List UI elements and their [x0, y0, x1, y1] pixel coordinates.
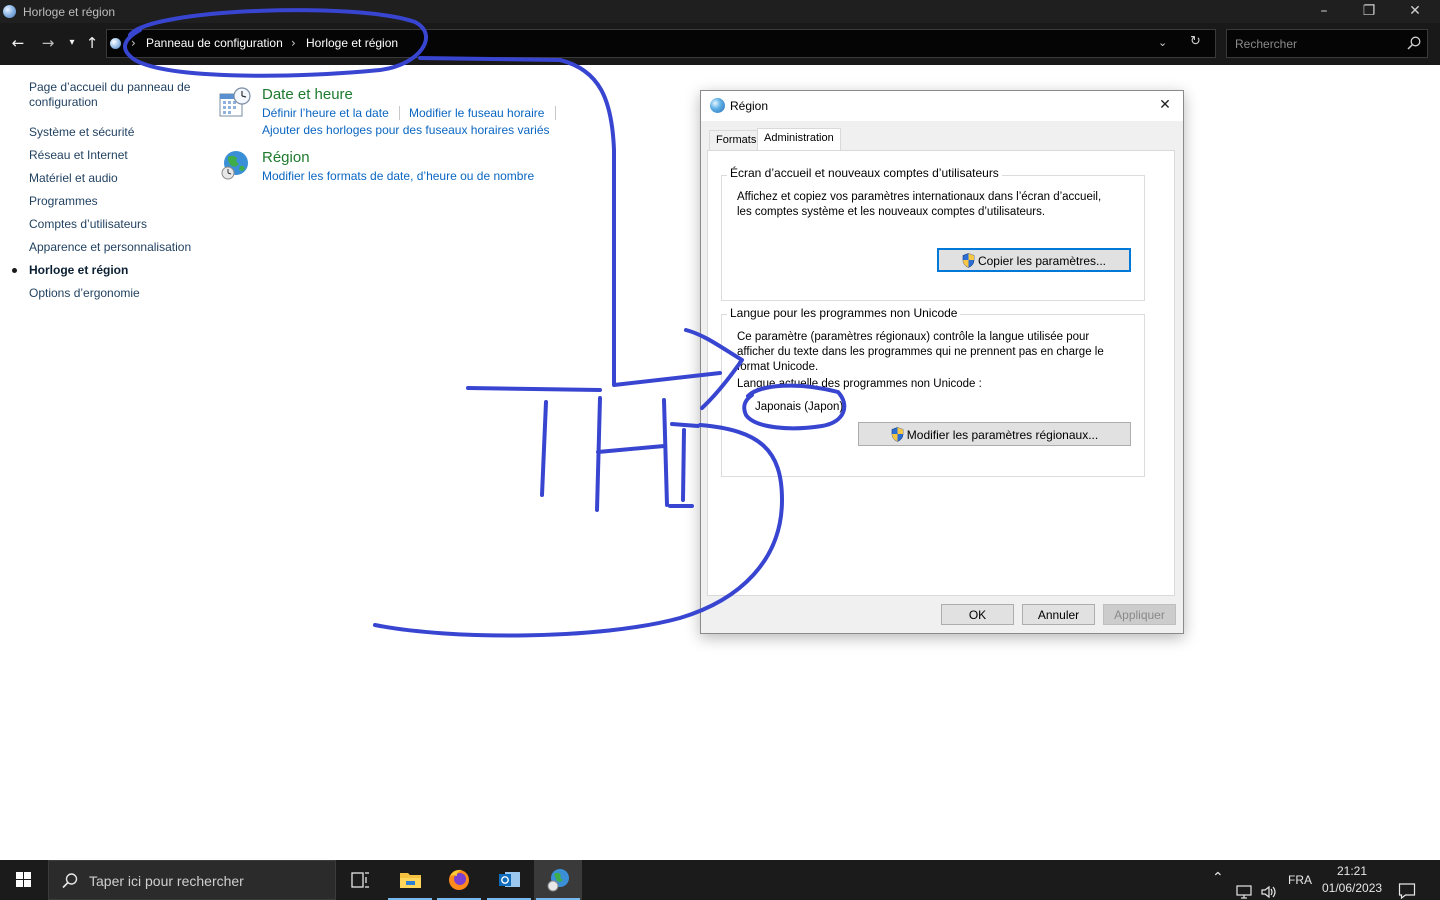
current-language-label: Langue actuelle des programmes non Unico…: [737, 378, 982, 390]
taskbar-app-control-panel[interactable]: [534, 860, 582, 900]
link-divider: [399, 106, 400, 120]
link-set-time-date[interactable]: Définir l’heure et la date: [262, 106, 389, 120]
sidebar-item-ease-of-access[interactable]: Options d’ergonomie: [29, 286, 140, 301]
change-system-locale-label: Modifier les paramètres régionaux...: [906, 427, 1099, 442]
sidebar: Page d’accueil du panneau de configurati…: [0, 65, 205, 860]
copy-settings-button[interactable]: Copier les paramètres...: [937, 248, 1131, 272]
link-add-clocks[interactable]: Ajouter des horloges pour des fuseaux ho…: [262, 123, 550, 137]
search-input[interactable]: [1227, 30, 1405, 57]
link-change-timezone[interactable]: Modifier le fuseau horaire: [409, 106, 544, 120]
link-change-formats[interactable]: Modifier les formats de date, d’heure ou…: [262, 169, 534, 183]
active-item-bullet-icon: [12, 268, 17, 273]
close-icon[interactable]: ✕: [1152, 93, 1178, 117]
control-panel-icon: [547, 869, 569, 892]
region-globe-icon: [710, 98, 725, 113]
address-bar[interactable]: › Panneau de configuration › Horloge et …: [106, 29, 1216, 58]
non-unicode-description-line2: afficher du texte dans les programmes qu…: [737, 346, 1104, 358]
breadcrumb-control-panel[interactable]: Panneau de configuration: [146, 36, 283, 50]
navigation-bar: ← → ▾ ↑ › Panneau de configuration › Hor…: [0, 23, 1440, 65]
sidebar-item-user-accounts[interactable]: Comptes d’utilisateurs: [29, 217, 147, 232]
change-system-locale-button[interactable]: Modifier les paramètres régionaux...: [858, 422, 1131, 446]
up-arrow-icon[interactable]: ↑: [82, 33, 102, 53]
sidebar-item-system-security[interactable]: Système et sécurité: [29, 125, 134, 140]
region-dialog: Région ✕ Formats Administration Écran d’…: [700, 90, 1184, 634]
minimize-icon[interactable]: –: [1301, 0, 1347, 23]
letter-t-annotation: [466, 386, 602, 497]
sidebar-item-hardware-sound[interactable]: Matériel et audio: [29, 171, 118, 186]
recent-locations-chevron-icon[interactable]: ▾: [62, 33, 82, 53]
tab-formats[interactable]: Formats: [709, 130, 764, 151]
taskbar-app-firefox[interactable]: [435, 860, 483, 900]
sidebar-item-appearance[interactable]: Apparence et personnalisation: [29, 240, 191, 255]
tab-administration[interactable]: Administration: [757, 128, 841, 151]
task-view-button[interactable]: [336, 860, 384, 900]
category-region-title[interactable]: Région: [262, 149, 310, 166]
non-unicode-description-line1: Ce paramètre (paramètres régionaux) cont…: [737, 331, 1090, 343]
taskbar-search-placeholder: Taper ici pour rechercher: [89, 873, 244, 889]
task-view-icon: [351, 872, 369, 888]
address-dropdown-chevron-icon[interactable]: ⌄: [1158, 36, 1167, 49]
window-titlebar: Horloge et région – ❐ ✕: [0, 0, 1440, 23]
search-icon[interactable]: [1406, 35, 1422, 51]
forward-arrow-icon[interactable]: →: [38, 33, 58, 53]
breadcrumb-separator-icon[interactable]: ›: [131, 36, 136, 50]
control-panel-icon: [110, 38, 121, 49]
taskbar-search-box[interactable]: Taper ici pour rechercher: [48, 860, 336, 900]
notifications-icon[interactable]: [1398, 871, 1416, 900]
cancel-button[interactable]: Annuler: [1022, 604, 1095, 625]
close-icon[interactable]: ✕: [1392, 0, 1438, 23]
window-title: Horloge et région: [23, 5, 116, 19]
category-date-time-title[interactable]: Date et heure: [262, 86, 353, 103]
date-time-icon[interactable]: [218, 86, 252, 120]
letter-h-annotation: [595, 396, 669, 512]
volume-icon[interactable]: [1260, 872, 1278, 900]
network-icon[interactable]: [1236, 872, 1254, 900]
uac-shield-icon: [891, 426, 904, 442]
search-icon: [62, 873, 78, 889]
windows-start-icon[interactable]: [0, 860, 48, 900]
file-explorer-icon: [400, 873, 421, 888]
link-divider: [555, 106, 556, 120]
breadcrumb-clock-region[interactable]: Horloge et région: [306, 36, 398, 50]
welcome-screen-group-title: Écran d’accueil et nouveaux comptes d’ut…: [727, 166, 1002, 180]
firefox-icon: [449, 869, 469, 890]
dialog-titlebar: Région ✕: [701, 91, 1183, 121]
non-unicode-description-line3: format Unicode.: [737, 361, 819, 373]
search-box[interactable]: [1226, 29, 1428, 58]
taskbar-app-outlook[interactable]: [485, 860, 533, 900]
taskbar: Taper ici pour rechercher ⌃ FRA 21:21 01…: [0, 860, 1440, 900]
back-arrow-icon[interactable]: ←: [8, 33, 28, 53]
breadcrumb-separator-icon[interactable]: ›: [291, 36, 296, 50]
taskbar-app-file-explorer[interactable]: [386, 860, 434, 900]
sidebar-item-control-panel-home[interactable]: Page d’accueil du panneau de configurati…: [29, 80, 199, 110]
current-language-value: Japonais (Japon): [755, 401, 844, 413]
uac-shield-icon: [962, 252, 975, 268]
letter-i-annotation: [668, 422, 700, 508]
sidebar-item-programs[interactable]: Programmes: [29, 194, 98, 209]
tab-panel-administration: Écran d’accueil et nouveaux comptes d’ut…: [707, 150, 1175, 596]
sidebar-item-clock-region[interactable]: Horloge et région: [29, 263, 128, 278]
dialog-title: Région: [730, 99, 769, 113]
show-hidden-icons-chevron-icon[interactable]: ⌃: [1212, 870, 1224, 900]
refresh-icon[interactable]: ↻: [1190, 34, 1201, 49]
non-unicode-group-title: Langue pour les programmes non Unicode: [727, 306, 961, 320]
welcome-screen-description-line2: les comptes système et les nouveaux comp…: [737, 206, 1046, 218]
ok-button[interactable]: OK: [941, 604, 1014, 625]
sidebar-item-network-internet[interactable]: Réseau et Internet: [29, 148, 128, 163]
input-language-indicator[interactable]: FRA: [1288, 873, 1312, 900]
copy-settings-label: Copier les paramètres...: [977, 253, 1107, 268]
apply-button[interactable]: Appliquer: [1103, 604, 1176, 625]
control-panel-icon: [3, 5, 16, 18]
region-globe-icon[interactable]: [218, 148, 252, 182]
restore-icon[interactable]: ❐: [1346, 0, 1392, 23]
welcome-screen-description-line1: Affichez et copiez vos paramètres intern…: [737, 191, 1102, 203]
outlook-icon: [499, 872, 520, 887]
clock-date[interactable]: 01/06/2023: [1322, 881, 1382, 900]
